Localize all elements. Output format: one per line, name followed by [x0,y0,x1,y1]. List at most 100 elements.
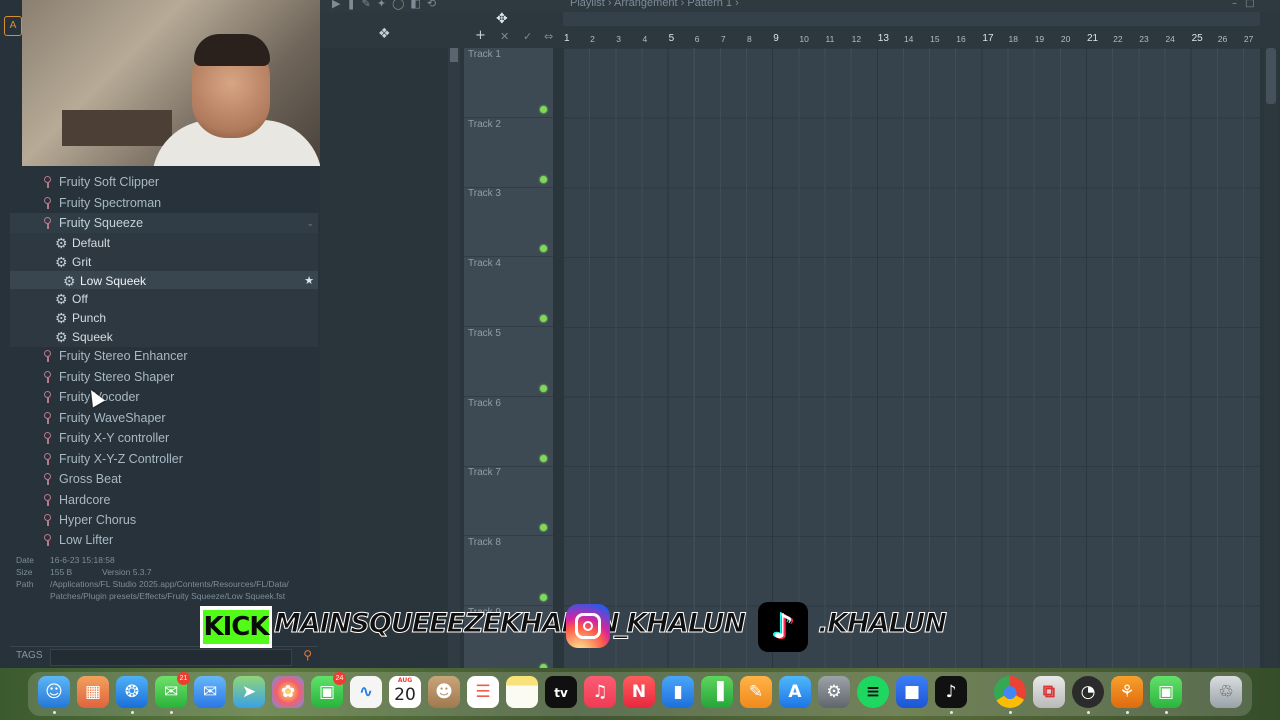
bar-number: 26 [1217,34,1228,44]
browser-item-fruity-soft-clipper[interactable]: Fruity Soft Clipper [10,172,318,192]
bar-ruler[interactable]: 1 2 3 4 5 6 7 8 9 10 11 12 13 14 15 16 17 18 19 20 21 22 23 24 2… [563,32,1260,48]
trash-icon[interactable]: ♲ [1210,676,1242,708]
notes-icon[interactable] [506,676,538,708]
bar-number: 6 [694,34,700,44]
track-mute-led-icon[interactable] [540,245,547,253]
mute-icon[interactable]: ✓ [523,30,532,43]
track-header[interactable]: Track 5 [464,327,553,397]
gear-icon: ⚙ [55,329,68,345]
plugin-icon [44,493,51,506]
playlist-grid[interactable] [563,48,1260,668]
browser-item-hardcore[interactable]: Hardcore [10,490,318,510]
track-mute-led-icon[interactable] [540,175,547,183]
browser-item-low-squeek[interactable]: ⚙ Low Squeek ★ [10,270,318,291]
maps-icon[interactable]: ➤ [233,676,265,708]
bar-number: 12 [851,34,862,44]
track-header[interactable]: Track 7 [464,466,553,537]
playlist-tools-icons[interactable]: ▶❚✎✦◯◧⟲ [332,0,442,10]
spotify-icon[interactable]: ≡ [857,676,889,708]
track-header[interactable]: Track 4 [464,257,553,328]
utility-icon[interactable]: ⧉ [1033,676,1065,708]
browser-item-fruity-x-y-z-controller[interactable]: Fruity X-Y-Z Controller [10,449,318,469]
vertical-scrollbar[interactable] [1264,30,1278,668]
panel-toggle-button[interactable]: A [4,16,22,36]
resize-icon[interactable]: ⇔ [544,30,553,43]
chrome-icon[interactable]: ● [994,676,1026,708]
keynote-icon[interactable]: ▮ [662,676,694,708]
finder-icon[interactable]: ☺ [38,676,70,708]
system-settings-icon[interactable]: ⚙ [818,676,850,708]
browser-item-hyper-chorus[interactable]: Hyper Chorus [10,510,318,530]
facetime-2-icon[interactable]: ▣ [1150,676,1182,708]
bar-number: 25 [1191,33,1203,44]
instagram-handle: _KHALUN [613,608,746,640]
track-name: Track 4 [468,258,501,270]
track-mute-led-icon[interactable] [540,315,547,323]
browser-item-fruity-stereo-shaper[interactable]: Fruity Stereo Shaper [10,367,318,387]
browser-item-fruity-spectroman[interactable]: Fruity Spectroman [10,193,318,213]
gear-icon: ⚙ [55,254,68,270]
pattern-panel-scrollbar[interactable] [448,48,460,668]
browser-item-default[interactable]: ⚙ Default [10,233,318,253]
breadcrumb-playlist[interactable]: Playlist [570,0,605,9]
track-mute-led-icon[interactable] [540,524,547,532]
browser-item-punch[interactable]: ⚙ Punch [10,308,318,328]
fl-studio-icon[interactable]: ⚘ [1111,676,1143,708]
add-track-icon[interactable]: + [475,28,486,43]
browser-item-label: Fruity Squeeze [59,216,144,230]
waveform-icon[interactable]: ❖ [378,26,391,42]
browser-item-low-lifter[interactable]: Low Lifter [10,530,318,550]
contacts-icon[interactable]: ☻ [428,676,460,708]
horizontal-scrollbar[interactable] [563,12,1260,26]
track-mute-led-icon[interactable] [540,454,547,462]
scroll-thumb[interactable] [450,48,458,62]
browser-item-grit[interactable]: ⚙ Grit [10,252,318,272]
appletv-icon[interactable]: tv [545,676,577,708]
track-header[interactable]: Track 6 [464,397,553,467]
browser-item-fruity-stereo-enhancer[interactable]: Fruity Stereo Enhancer [10,346,318,366]
close-icon[interactable]: ✕ [500,30,509,43]
photos-icon[interactable]: ✿ [272,676,304,708]
chevron-down-icon[interactable]: ⌄ [306,213,314,233]
music-icon[interactable]: ♫ [584,676,616,708]
freeform-icon[interactable]: ∿ [350,676,382,708]
breadcrumb-arrangement[interactable]: Arrangement [614,0,678,9]
pages-icon[interactable]: ✎ [740,676,772,708]
launchpad-icon[interactable]: ▦ [77,676,109,708]
mail-icon[interactable]: ✉ [194,676,226,708]
app-store-icon[interactable]: A [779,676,811,708]
news-icon[interactable]: N [623,676,655,708]
browser-item-fruity-vocoder[interactable]: Fruity Vocoder [10,387,318,407]
gear-icon: ⚙ [55,291,68,307]
numbers-icon[interactable]: ▐ [701,676,733,708]
favorite-star-icon[interactable]: ★ [304,271,314,291]
track-mute-led-icon[interactable] [540,106,547,113]
breadcrumb-pattern[interactable]: Pattern 1 [687,0,732,9]
reminders-icon[interactable]: ☰ [467,676,499,708]
browser-item-fruity-waveshaper[interactable]: Fruity WaveShaper [10,408,318,428]
browser-item-fruity-squeeze[interactable]: Fruity Squeeze ⌄ [10,213,318,233]
browser-item-gross-beat[interactable]: Gross Beat [10,469,318,489]
browser-item-off[interactable]: ⚙ Off [10,289,318,309]
track-header[interactable]: Track 2 [464,118,553,188]
plugin-browser-list: Fruity Soft Clipper Fruity Spectroman Frui… [10,172,318,552]
obs-icon[interactable]: ◔ [1072,676,1104,708]
track-mute-led-icon[interactable] [540,384,547,392]
window-controls[interactable]: –□ [1232,0,1262,9]
running-indicator [130,711,134,714]
roblox-icon[interactable]: ■ [896,676,928,708]
social-handles-overlay: KICK MAINSQUEEEZEKHALUN _KHALUN ♪ .KHALU… [200,600,980,656]
track-header[interactable]: Track 3 [464,187,553,258]
safari-icon[interactable]: ❂ [116,676,148,708]
vertical-scroll-thumb[interactable] [1266,48,1276,104]
track-header[interactable]: Track 1 [464,48,553,118]
breadcrumb: Playlist › Arrangement › Pattern 1 › [570,0,739,9]
crosshair-icon[interactable]: ✥ [496,11,508,27]
browser-item-squeek[interactable]: ⚙ Squeek [10,327,318,347]
bar-number: 16 [956,34,966,44]
track-header[interactable]: Track 8 [464,536,553,606]
calendar-icon[interactable]: AUG 20 [389,676,421,708]
browser-item-fruity-x-y-controller[interactable]: Fruity X-Y controller [10,428,318,448]
plugin-icon [44,432,51,444]
tiktok-app-icon[interactable]: ♪ [935,676,967,708]
